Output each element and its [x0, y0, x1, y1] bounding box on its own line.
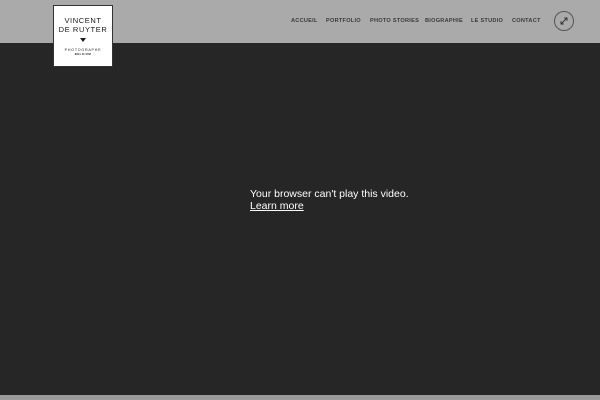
site-logo[interactable]: VINCENT DE RUYTER PHOTOGRAPHE BELGIUM	[53, 5, 113, 67]
nav-item-biographie[interactable]: BIOGRAPHIE	[425, 17, 463, 25]
learn-more-link[interactable]: Learn more	[250, 200, 304, 212]
bottom-scroll-edge	[0, 395, 600, 400]
nav-item-photo-stories[interactable]: PHOTO STORIES	[370, 17, 419, 25]
nav-item-portfolio[interactable]: PORTFOLIO	[326, 17, 361, 25]
video-error-message: Your browser can't play this video. Lear…	[250, 188, 470, 212]
nav-item-accueil[interactable]: ACCUEIL	[291, 17, 318, 25]
logo-country: BELGIUM	[74, 52, 92, 56]
video-error-text: Your browser can't play this video.	[250, 188, 409, 200]
nav-item-contact[interactable]: CONTACT	[512, 17, 541, 25]
logo-first-name: VINCENT	[64, 16, 102, 25]
logo-last-name: DE RUYTER	[58, 25, 108, 34]
expand-arrows-icon	[560, 17, 568, 25]
logo-triangle-icon	[80, 38, 86, 42]
fullscreen-button[interactable]	[554, 11, 574, 31]
nav-item-le-studio[interactable]: LE STUDIO	[471, 17, 503, 25]
video-player[interactable]: Your browser can't play this video. Lear…	[0, 43, 600, 395]
